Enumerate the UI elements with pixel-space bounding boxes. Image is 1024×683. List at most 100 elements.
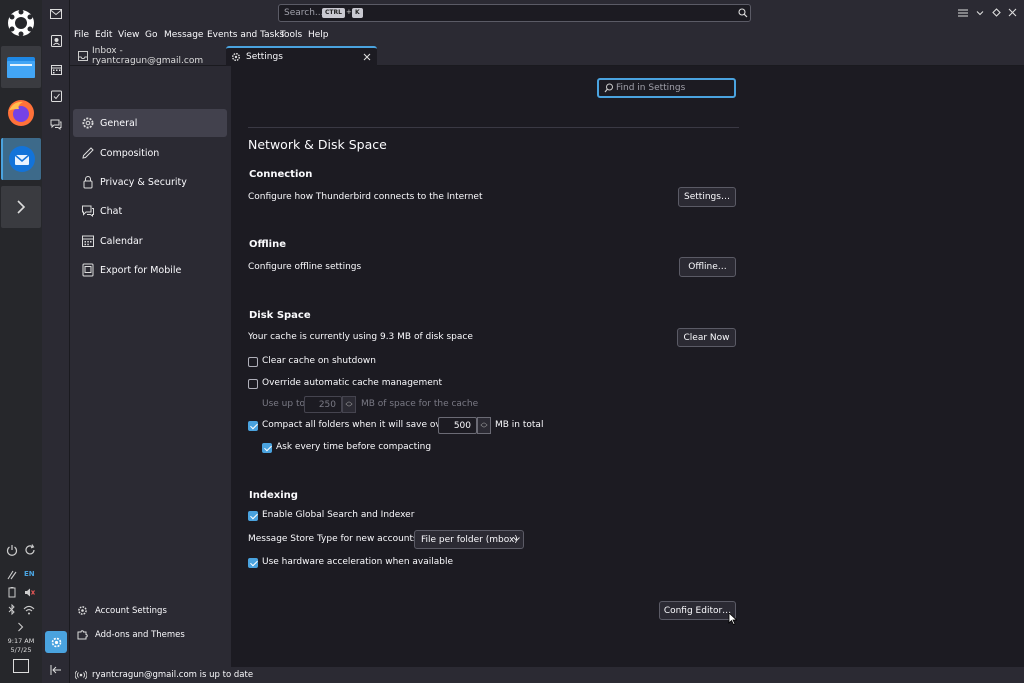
wifi-icon[interactable] (23, 605, 35, 615)
bluetooth-icon[interactable] (8, 604, 16, 615)
status-text: ryantcragun@gmail.com is up to date (92, 670, 254, 680)
thunderbird-icon[interactable] (1, 138, 41, 180)
minimize-icon[interactable] (976, 9, 984, 17)
tab-settings-gear-icon (231, 52, 241, 62)
shortcut-key-ctrl: CTRL (322, 8, 345, 18)
calendar-space-icon[interactable] (48, 61, 64, 77)
puzzle-icon (77, 629, 88, 640)
firefox-icon[interactable] (1, 92, 41, 134)
tray-expand-icon[interactable] (17, 622, 24, 632)
menu-file[interactable]: File (74, 30, 89, 40)
settings-content: Find in Settings Network & Disk Space Co… (231, 66, 1024, 667)
app-menu-icon[interactable] (958, 9, 968, 17)
addons-themes-link[interactable]: Add-ons and Themes (77, 629, 185, 640)
expand-icon[interactable] (1, 186, 41, 228)
connection-settings-button[interactable]: Settings… (678, 187, 736, 207)
shortcut-plus: + (346, 8, 352, 16)
phone-icon (81, 263, 95, 277)
ask-compact-label[interactable]: Ask every time before compacting (276, 442, 431, 452)
compact-folders-label[interactable]: Compact all folders when it will save ov… (262, 420, 450, 430)
tab-settings-label: Settings (246, 52, 283, 62)
gear-icon (81, 116, 95, 130)
override-cache-checkbox[interactable] (248, 379, 258, 389)
tab-inbox-label: Inbox - ryantcragun@gmail.com (92, 46, 204, 66)
menu-events-and-tasks[interactable]: Events and Tasks (207, 30, 284, 40)
global-search-placeholder: Search... (284, 8, 324, 18)
menu-help[interactable]: Help (308, 30, 329, 40)
volume-muted-icon[interactable] (24, 587, 35, 598)
tasks-icon[interactable] (48, 88, 64, 104)
global-search-input[interactable]: Search... CTRL + K (278, 4, 751, 22)
cache-size-spinner[interactable]: ︿ ﹀ (342, 396, 356, 413)
show-desktop-icon[interactable] (13, 659, 29, 673)
indexing-heading: Indexing (249, 490, 298, 501)
spaces-toolbar (42, 0, 70, 683)
chat-space-icon[interactable] (48, 116, 64, 132)
store-type-select[interactable]: File per folder (mbox) (414, 530, 524, 549)
settings-space-icon[interactable] (45, 631, 67, 653)
find-in-settings-input[interactable]: Find in Settings (597, 78, 736, 98)
online-status-icon[interactable] (75, 670, 87, 680)
tab-settings[interactable]: Settings (226, 46, 377, 66)
chevron-down-icon (513, 537, 520, 542)
compact-threshold-input[interactable]: 500 (438, 417, 477, 434)
file-manager-icon[interactable] (1, 46, 41, 88)
override-cache-label[interactable]: Override automatic cache management (262, 378, 442, 388)
category-chat[interactable]: Chat (73, 197, 227, 225)
use-up-to-label: Use up to (262, 399, 305, 409)
close-window-icon[interactable] (1008, 8, 1017, 17)
os-taskbar: EN 9:17 AM 5/7/25 (0, 0, 42, 683)
menu-message[interactable]: Message (164, 30, 203, 40)
category-privacy-label: Privacy & Security (100, 176, 187, 188)
clock[interactable]: 9:17 AM 5/7/25 (2, 637, 40, 654)
store-type-value: File per folder (mbox) (421, 534, 518, 545)
maximize-icon[interactable] (992, 8, 1001, 17)
offline-button[interactable]: Offline… (679, 257, 736, 277)
category-export-mobile[interactable]: Export for Mobile (73, 256, 227, 284)
collapse-spaces-icon[interactable] (48, 662, 64, 678)
compact-folders-checkbox[interactable] (248, 421, 258, 431)
category-general[interactable]: General (73, 109, 227, 137)
language-indicator[interactable]: EN (24, 570, 35, 578)
close-tab-icon[interactable] (363, 53, 371, 61)
category-calendar[interactable]: Calendar (73, 227, 227, 255)
global-search-label[interactable]: Enable Global Search and Indexer (262, 510, 414, 520)
find-placeholder: Find in Settings (616, 83, 686, 93)
connection-heading: Connection (249, 169, 313, 180)
address-book-icon[interactable] (48, 33, 64, 49)
config-editor-button[interactable]: Config Editor… (659, 601, 736, 620)
cache-size-input[interactable]: 250 (304, 396, 342, 413)
ask-compact-checkbox[interactable] (262, 443, 272, 453)
mouse-cursor-icon (728, 612, 737, 625)
clock-date: 5/7/25 (10, 645, 32, 654)
category-composition[interactable]: Composition (73, 139, 227, 167)
calendar-icon (81, 234, 95, 248)
menu-view[interactable]: View (118, 30, 139, 40)
battery-icon[interactable] (7, 587, 17, 598)
mail-icon[interactable] (48, 6, 64, 22)
power-icon[interactable] (6, 544, 18, 556)
clear-cache-shutdown-label[interactable]: Clear cache on shutdown (262, 356, 376, 366)
connection-description: Configure how Thunderbird connects to th… (248, 192, 483, 202)
kde-menu-icon[interactable] (1, 2, 41, 44)
category-privacy-security[interactable]: Privacy & Security (73, 168, 227, 196)
menu-go[interactable]: Go (145, 30, 157, 40)
search-icon[interactable] (738, 8, 748, 18)
network-icon[interactable] (7, 570, 18, 580)
menu-tools[interactable]: Tools (280, 30, 302, 40)
hw-accel-checkbox[interactable] (248, 558, 258, 568)
section-title: Network & Disk Space (248, 137, 387, 152)
tab-inbox[interactable]: Inbox - ryantcragun@gmail.com (72, 46, 224, 66)
hw-accel-label[interactable]: Use hardware acceleration when available (262, 557, 453, 567)
menu-edit[interactable]: Edit (95, 30, 112, 40)
clear-cache-shutdown-checkbox[interactable] (248, 357, 258, 367)
account-settings-link[interactable]: Account Settings (77, 605, 167, 616)
global-search-checkbox[interactable] (248, 511, 258, 521)
clock-time: 9:17 AM (7, 637, 35, 645)
clear-now-button[interactable]: Clear Now (677, 328, 736, 347)
find-search-icon (604, 83, 614, 93)
account-settings-label: Account Settings (95, 605, 167, 616)
refresh-icon[interactable] (24, 544, 36, 556)
compact-threshold-spinner[interactable]: ︿ ﹀ (477, 417, 491, 434)
category-general-label: General (100, 117, 138, 129)
